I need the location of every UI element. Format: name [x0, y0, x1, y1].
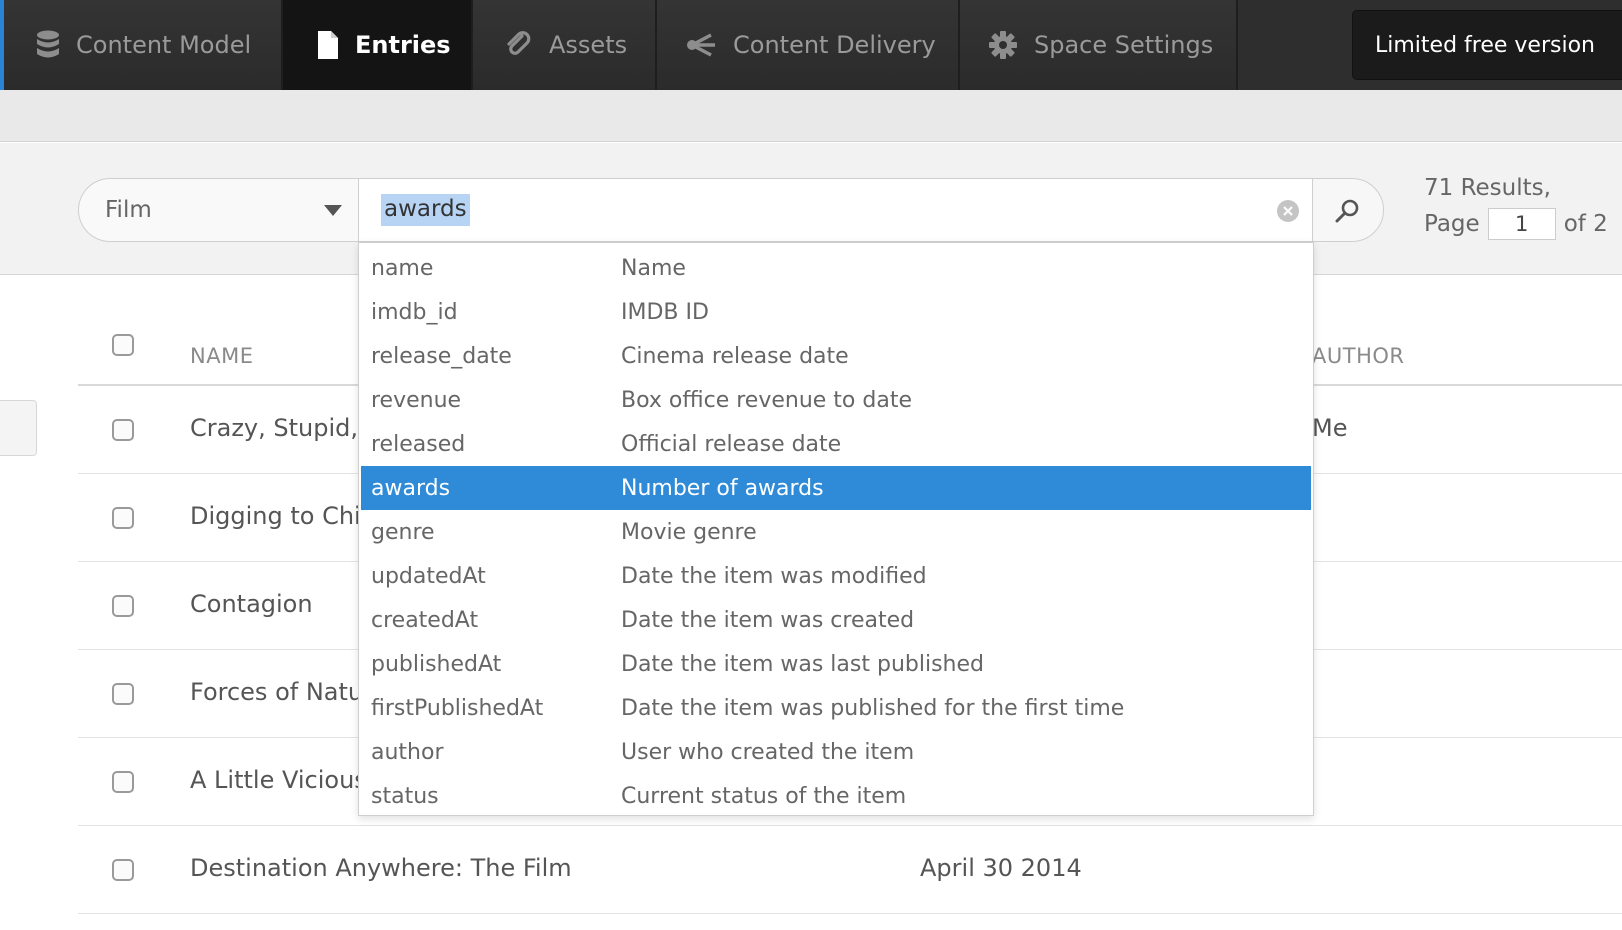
suggestion-key: updatedAt: [371, 563, 486, 589]
results-count: 71 Results,: [1424, 175, 1551, 201]
pagination: Page of 2: [1424, 208, 1608, 240]
suggestion-item[interactable]: name Name: [361, 246, 1311, 290]
tab-label: Assets: [549, 31, 628, 59]
suggestion-description: Current status of the item: [621, 783, 907, 809]
suggestion-key: author: [371, 739, 444, 765]
clear-search-icon[interactable]: [1277, 200, 1299, 222]
suggestion-item[interactable]: genre Movie genre: [361, 510, 1311, 554]
tab-label: Entries: [355, 31, 451, 59]
suggestion-description: Date the item was modified: [621, 563, 927, 589]
suggestion-key: release_date: [371, 343, 512, 369]
tab-content-delivery[interactable]: Content Delivery: [657, 0, 960, 90]
suggestion-item[interactable]: release_date Cinema release date: [361, 334, 1311, 378]
suggestion-item[interactable]: firstPublishedAt Date the item was publis…: [361, 686, 1311, 730]
suggestion-description: Movie genre: [621, 519, 757, 545]
table-row[interactable]: Destination Anywhere: The Film April 30 …: [78, 826, 1622, 914]
select-all-checkbox[interactable]: [112, 334, 134, 356]
search-query-text: awards: [381, 194, 470, 226]
paperclip-icon: [507, 31, 531, 55]
row-checkbox[interactable]: [112, 859, 134, 881]
column-header-author[interactable]: AUTHOR: [1312, 344, 1404, 368]
entry-name: Destination Anywhere: The Film: [190, 854, 572, 882]
row-checkbox[interactable]: [112, 595, 134, 617]
suggestion-key: createdAt: [371, 607, 479, 633]
limited-free-version-button[interactable]: Limited free version: [1352, 10, 1622, 80]
sidebar-collapsed-tab[interactable]: [0, 400, 37, 456]
suggestion-description: Date the item was published for the firs…: [621, 695, 1125, 721]
suggestion-key: name: [371, 255, 434, 281]
row-checkbox[interactable]: [112, 683, 134, 705]
suggestion-description: User who created the item: [621, 739, 915, 765]
suggestion-item[interactable]: status Current status of the item: [361, 774, 1311, 818]
suggestion-item[interactable]: author User who created the item: [361, 730, 1311, 774]
suggestion-description: Number of awards: [621, 475, 824, 501]
suggestion-key: firstPublishedAt: [371, 695, 544, 721]
tab-label: Space Settings: [1034, 31, 1214, 59]
suggestion-description: Date the item was created: [621, 607, 915, 633]
suggestion-item[interactable]: updatedAt Date the item was modified: [361, 554, 1311, 598]
suggestion-key: status: [371, 783, 439, 809]
gear-icon: [989, 31, 1017, 59]
suggestion-item[interactable]: createdAt Date the item was created: [361, 598, 1311, 642]
suggestion-key: publishedAt: [371, 651, 502, 677]
chevron-down-icon: [324, 205, 342, 216]
top-navigation: Content Model Entries Assets Content Del…: [0, 0, 1622, 90]
page-total: of 2: [1563, 211, 1608, 237]
limited-label: Limited free version: [1375, 32, 1595, 58]
database-icon: [37, 30, 59, 58]
suggestion-item[interactable]: imdb_id IMDB ID: [361, 290, 1311, 334]
suggestion-description: Cinema release date: [621, 343, 849, 369]
nav-accent-bar: [0, 0, 4, 90]
suggestion-key: awards: [371, 475, 451, 501]
suggestion-description: Date the item was last published: [621, 651, 984, 677]
suggestion-item[interactable]: revenue Box office revenue to date: [361, 378, 1311, 422]
content-type-value: Film: [105, 197, 152, 223]
search-icon: [1335, 199, 1359, 223]
tab-entries[interactable]: Entries: [283, 0, 473, 90]
entry-updated: April 30 2014: [920, 854, 1082, 882]
entry-name: A Little Vicious: [190, 766, 367, 794]
suggestion-item-selected[interactable]: awards Number of awards: [361, 466, 1311, 510]
suggestion-description: Official release date: [621, 431, 842, 457]
row-checkbox[interactable]: [112, 507, 134, 529]
search-suggestions-dropdown: name Name imdb_id IMDB ID release_date Cine…: [358, 242, 1314, 816]
suggestion-key: genre: [371, 519, 435, 545]
entry-author: Me: [1312, 414, 1348, 442]
suggestion-item[interactable]: released Official release date: [361, 422, 1311, 466]
subheader-band: [0, 90, 1622, 142]
suggestion-key: released: [371, 431, 466, 457]
search-button[interactable]: [1312, 178, 1384, 242]
page-number-input[interactable]: [1487, 208, 1556, 240]
suggestion-key: revenue: [371, 387, 462, 413]
suggestion-description: Box office revenue to date: [621, 387, 912, 413]
search-input[interactable]: awards: [358, 178, 1314, 242]
tab-assets[interactable]: Assets: [473, 0, 657, 90]
tab-space-settings[interactable]: Space Settings: [960, 0, 1238, 90]
content-type-select[interactable]: Film: [78, 178, 360, 242]
suggestion-description: Name: [621, 255, 686, 281]
suggestion-description: IMDB ID: [621, 299, 709, 325]
tab-label: Content Delivery: [733, 31, 936, 59]
row-checkbox[interactable]: [112, 771, 134, 793]
share-icon: [687, 33, 715, 57]
row-checkbox[interactable]: [112, 419, 134, 441]
document-icon: [318, 31, 338, 59]
tab-content-model[interactable]: Content Model: [0, 0, 283, 90]
column-header-name[interactable]: NAME: [190, 344, 253, 368]
page-label: Page: [1424, 211, 1480, 237]
tab-label: Content Model: [76, 31, 252, 59]
suggestion-key: imdb_id: [371, 299, 458, 325]
entry-name: Contagion: [190, 590, 313, 618]
suggestion-item[interactable]: publishedAt Date the item was last publis…: [361, 642, 1311, 686]
